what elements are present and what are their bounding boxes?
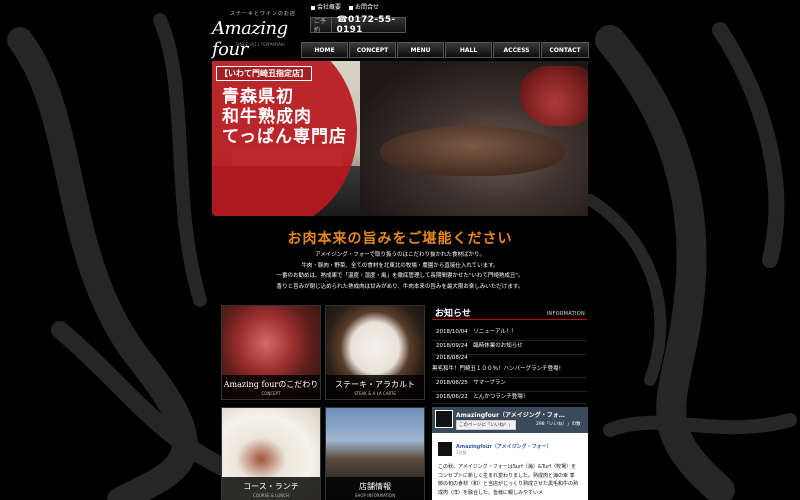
nav-hall[interactable]: HALL	[445, 42, 492, 58]
facebook-page-avatar	[435, 410, 453, 428]
news-item[interactable]: 2018/06/22 とんかつランチ登場！	[432, 392, 587, 404]
hero-line-3: てっぱん専門店	[222, 127, 347, 147]
tile-caption: Amazing fourのこだわり CONCEPT	[222, 375, 320, 399]
nav-home[interactable]: HOME	[301, 42, 348, 58]
logo-wordmark: Amazing four	[212, 18, 288, 60]
main-nav: HOME CONCEPT MENU HALL ACCESS CONTACT	[301, 42, 590, 58]
facebook-page-name: Amazingfour（アメイジング・フォ…	[456, 412, 565, 419]
news-item-text: 2018/09/24 臨時休業のお知らせ	[436, 343, 523, 349]
news-item[interactable]: 黒毛和牛！門崎丑１００％！ハンバーグランチ登場！	[432, 364, 587, 378]
tile-title: Amazing fourのこだわり	[223, 380, 319, 389]
facebook-widget: Amazingfour（アメイジング・フォ… このページに「いいね！」 298「…	[432, 407, 588, 500]
tile-subtitle: CONCEPT	[261, 391, 281, 396]
facebook-post-time: 3日前	[456, 450, 467, 455]
facebook-page-header[interactable]: Amazingfour（アメイジング・フォ… このページに「いいね！」 298「…	[432, 407, 588, 433]
top-link-company[interactable]: 会社概要	[311, 2, 341, 11]
nav-access[interactable]: ACCESS	[493, 42, 540, 58]
facebook-post: Amazingfour（アメイジング・フォー） 3日前 この秋、アメイジング・フ…	[432, 433, 588, 496]
tile-course[interactable]: コース・ランチ COURSE & LUNCH	[221, 407, 321, 500]
facebook-like-count: 298「いいね！」の数	[536, 422, 581, 427]
intro-line: 一番のお勧めは、熟成庫で「温度・湿度・風」を徹底管理して長期間寝かせた"いわて門…	[276, 273, 524, 279]
nav-concept[interactable]: CONCEPT	[349, 42, 396, 58]
news-title-en: INFORMATION	[546, 311, 585, 317]
steak-cut-shape	[520, 66, 588, 126]
nav-contact[interactable]: CONTACT	[541, 42, 589, 58]
hero-steak-image	[360, 61, 588, 216]
top-links: 会社概要 お問合せ	[311, 2, 379, 11]
news-item[interactable]: 2018/08/24	[432, 355, 587, 364]
tile-subtitle: SHOP INFORMATION	[354, 493, 396, 498]
tile-subtitle: COURSE & LUNCH	[252, 493, 290, 498]
news-item-text: 2018/06/22 とんかつランチ登場！	[436, 394, 529, 400]
facebook-post-avatar	[438, 442, 452, 456]
facebook-post-author[interactable]: Amazingfour（アメイジング・フォー）	[456, 443, 552, 450]
tile-title: 店舗情報	[359, 482, 391, 491]
intro-line: アメイジング・フォーで取り扱うのはこだわり抜かれた食材ばかり。	[315, 252, 485, 258]
facebook-like-button[interactable]: このページに「いいね！」	[456, 420, 516, 430]
news-header: お知らせ INFORMATION	[432, 306, 587, 320]
news-item[interactable]: 2018/09/24 臨時休業のお知らせ	[432, 341, 587, 355]
logo-tagline: ステーキとワインのお店	[230, 11, 297, 17]
hero-tag: 【いわて門崎丑指定店】	[216, 66, 312, 81]
news-item[interactable]: 2018/06/25 サマープラン	[432, 378, 587, 392]
top-link-contact[interactable]: お問合せ	[349, 2, 379, 11]
tile-concept[interactable]: Amazing fourのこだわり CONCEPT	[221, 305, 321, 400]
news-item-text: 2018/10/04 リニューアル！！	[436, 329, 517, 335]
phone-prefix: ご予約	[311, 18, 333, 34]
facebook-post-text: この秋、アメイジング・フォーはSurf（海）&Turf（牧場）をコンセプトに新し…	[438, 464, 579, 496]
intro-line: 香りと旨みが閉じ込められた熟成肉は甘みがあり、牛肉本来の旨みを最大限お楽しみいた…	[276, 283, 524, 290]
intro-line: 牛肉・豚肉・野菜、全ての食材を北東北の牧場・農園から直接仕入れています。	[301, 262, 499, 269]
tile-shop[interactable]: 店舗情報 SHOP INFORMATION	[325, 407, 425, 500]
nav-menu[interactable]: MENU	[397, 42, 444, 58]
phone-number: ☎0172-55-0191	[336, 15, 396, 35]
tile-title: コース・ランチ	[243, 482, 299, 491]
news-item-text: 2018/08/24	[436, 355, 468, 361]
tile-steak[interactable]: ステーキ・アラカルト STEAK & A LA CARTE	[325, 305, 425, 400]
hero-banner: 【いわて門崎丑指定店】 青森県初 和牛熟成肉 てっぱん専門店	[212, 61, 588, 216]
tile-title: ステーキ・アラカルト	[335, 380, 415, 389]
tile-caption: 店舗情報 SHOP INFORMATION	[326, 477, 424, 500]
news-title: お知らせ	[435, 309, 471, 319]
bullet-square-icon	[349, 5, 354, 10]
logo-subtext: SINCE 2011 TEPPANYAKI	[236, 42, 285, 47]
main-headline: お肉本来の旨みをご堪能ください	[287, 231, 513, 247]
steak-grill-shape	[380, 126, 565, 176]
bullet-square-icon	[311, 5, 315, 10]
news-item-text: 黒毛和牛！門崎丑１００％！ハンバーグランチ登場！	[432, 366, 565, 372]
tile-caption: コース・ランチ COURSE & LUNCH	[222, 477, 320, 500]
tile-subtitle: STEAK & A LA CARTE	[354, 391, 396, 396]
site-logo[interactable]: ステーキとワインのお店 Amazing four SINCE 2011 TEPP…	[212, 8, 302, 60]
reservation-phone[interactable]: ご予約 ☎0172-55-0191	[310, 15, 406, 35]
news-item[interactable]: 2018/10/04 リニューアル！！	[432, 327, 587, 341]
news-item-text: 2018/06/25 サマープラン	[436, 380, 506, 386]
intro-text: アメイジング・フォーで取り扱うのはこだわり抜かれた食材ばかり。 牛肉・豚肉・野菜…	[0, 250, 800, 292]
tile-caption: ステーキ・アラカルト STEAK & A LA CARTE	[326, 375, 424, 399]
